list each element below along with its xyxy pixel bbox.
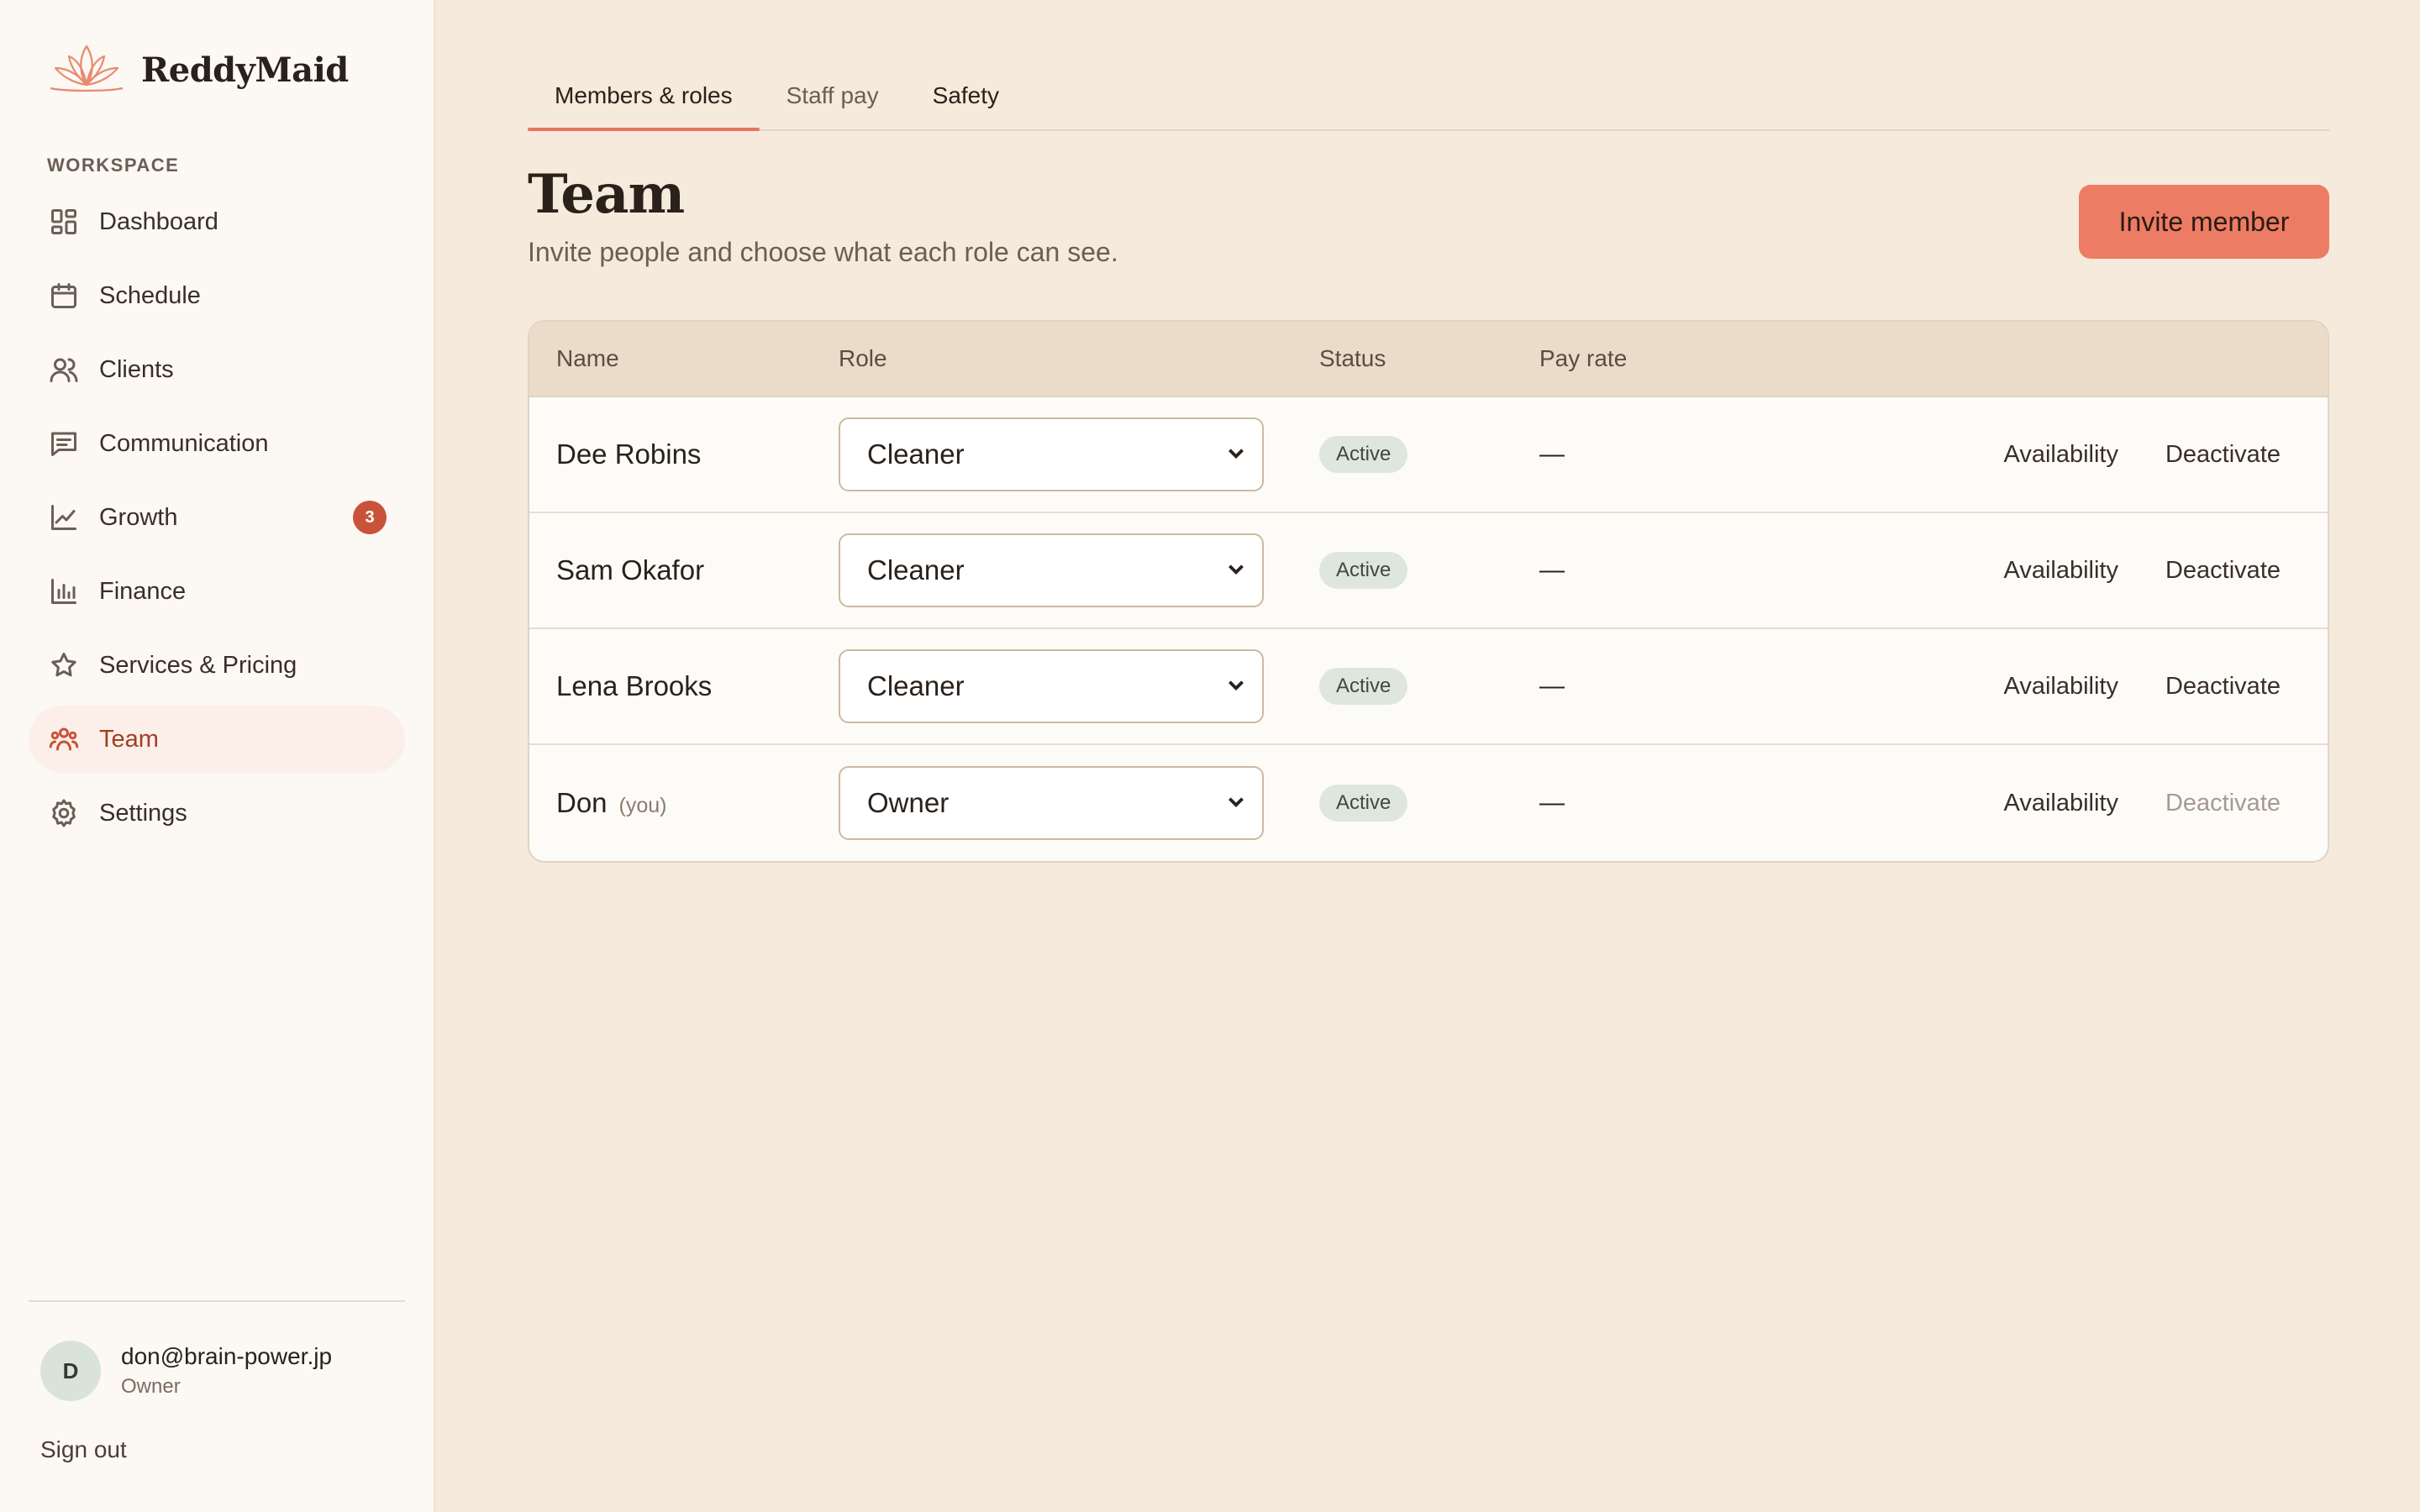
page-header: Team Invite people and choose what each … <box>528 168 2329 268</box>
chevron-down-icon <box>1225 674 1247 700</box>
sidebar-item-label: Schedule <box>99 281 201 309</box>
deactivate-button[interactable]: Deactivate <box>2165 557 2281 585</box>
main-content: Members & roles Staff pay Safety Team In… <box>435 0 2420 1512</box>
column-header-pay-rate: Pay rate <box>1539 345 1628 371</box>
sidebar-item-label: Settings <box>99 799 187 827</box>
page-title: Team <box>528 163 685 226</box>
sidebar-item-settings[interactable]: Settings <box>29 780 405 847</box>
role-select-value: Cleaner <box>867 670 965 701</box>
column-header-role: Role <box>839 345 887 371</box>
status-badge: Active <box>1319 668 1408 705</box>
chevron-down-icon <box>1225 790 1247 816</box>
status-badge: Active <box>1319 785 1408 822</box>
avatar: D <box>40 1341 101 1401</box>
member-name: Don <box>556 787 608 818</box>
pay-rate-value: — <box>1539 672 1565 700</box>
user-card[interactable]: D don@brain-power.jp Owner <box>29 1341 405 1401</box>
message-icon <box>47 427 81 460</box>
sign-out-link[interactable]: Sign out <box>29 1436 405 1463</box>
tab-staff-pay[interactable]: Staff pay <box>760 64 906 129</box>
deactivate-button: Deactivate <box>2165 789 2281 816</box>
sidebar-item-dashboard[interactable]: Dashboard <box>29 188 405 255</box>
sidebar-item-label: Services & Pricing <box>99 651 297 679</box>
role-select-value: Owner <box>867 787 950 818</box>
sidebar-item-label: Dashboard <box>99 207 218 235</box>
app-window: ReddyMaid WORKSPACE Dashboard Schedule C… <box>0 0 2420 1512</box>
sidebar-item-finance[interactable]: Finance <box>29 558 405 625</box>
role-select[interactable]: Cleaner <box>839 533 1264 607</box>
column-header-status: Status <box>1319 345 1386 371</box>
brand[interactable]: ReddyMaid <box>29 0 405 139</box>
table-row: Sam Okafor Cleaner Active — Availability… <box>529 513 2328 629</box>
availability-button[interactable]: Availability <box>2004 441 2118 469</box>
sidebar-item-growth[interactable]: Growth 3 <box>29 484 405 551</box>
status-badge: Active <box>1319 552 1408 589</box>
sidebar: ReddyMaid WORKSPACE Dashboard Schedule C… <box>0 0 435 1512</box>
table-row: Dee Robins Cleaner Active — Availability… <box>529 397 2328 513</box>
notification-badge: 3 <box>353 501 387 534</box>
members-table: Name Role Status Pay rate Dee Robins Cle… <box>528 320 2329 863</box>
sidebar-item-schedule[interactable]: Schedule <box>29 262 405 329</box>
dashboard-icon <box>47 205 81 239</box>
role-select-value: Cleaner <box>867 554 965 585</box>
sidebar-item-label: Communication <box>99 429 269 457</box>
deactivate-button[interactable]: Deactivate <box>2165 673 2281 701</box>
availability-button[interactable]: Availability <box>2004 790 2118 817</box>
table-row: Lena Brooks Cleaner Active — Availabilit… <box>529 629 2328 745</box>
status-badge: Active <box>1319 436 1408 473</box>
user-email: don@brain-power.jp <box>121 1343 333 1369</box>
page-subtitle: Invite people and choose what each role … <box>528 237 1118 267</box>
sidebar-item-services-pricing[interactable]: Services & Pricing <box>29 632 405 699</box>
chevron-down-icon <box>1225 442 1247 468</box>
role-select[interactable]: Cleaner <box>839 649 1264 723</box>
user-role: Owner <box>121 1375 181 1398</box>
brand-name: ReddyMaid <box>141 50 349 90</box>
role-select-value: Cleaner <box>867 438 965 470</box>
calendar-icon <box>47 279 81 312</box>
tab-safety[interactable]: Safety <box>906 64 1026 129</box>
table-row: Don (you) Owner Active — Availability Dea… <box>529 745 2328 861</box>
sidebar-item-label: Team <box>99 725 159 753</box>
lotus-logo-icon <box>40 38 133 102</box>
gear-icon <box>47 796 81 830</box>
role-select[interactable]: Owner <box>839 766 1264 840</box>
sidebar-nav: Dashboard Schedule Clients Communication <box>29 188 405 847</box>
member-name: Sam Okafor <box>556 554 705 585</box>
member-name: Dee Robins <box>556 438 702 470</box>
column-header-name: Name <box>556 345 619 371</box>
team-icon <box>47 722 81 756</box>
sidebar-footer: D don@brain-power.jp Owner Sign out <box>29 1300 405 1463</box>
tab-members-roles[interactable]: Members & roles <box>528 64 760 131</box>
sidebar-item-team[interactable]: Team <box>29 706 405 773</box>
user-info: don@brain-power.jp Owner <box>121 1343 332 1399</box>
availability-button[interactable]: Availability <box>2004 673 2118 701</box>
workspace-section-label: WORKSPACE <box>47 155 180 176</box>
you-tag: (you) <box>618 794 667 817</box>
pay-rate-value: — <box>1539 789 1565 816</box>
sidebar-item-communication[interactable]: Communication <box>29 410 405 477</box>
sidebar-item-label: Clients <box>99 355 174 383</box>
tab-bar: Members & roles Staff pay Safety <box>528 64 2329 131</box>
sidebar-item-label: Growth <box>99 503 178 531</box>
invite-member-button[interactable]: Invite member <box>2079 185 2329 259</box>
role-select[interactable]: Cleaner <box>839 417 1264 491</box>
availability-button[interactable]: Availability <box>2004 557 2118 585</box>
chevron-down-icon <box>1225 558 1247 584</box>
pay-rate-value: — <box>1539 440 1565 468</box>
users-icon <box>47 353 81 386</box>
pay-rate-value: — <box>1539 556 1565 584</box>
member-name: Lena Brooks <box>556 670 713 701</box>
table-header: Name Role Status Pay rate <box>529 322 2328 397</box>
sidebar-item-label: Finance <box>99 577 187 605</box>
trend-icon <box>47 501 81 534</box>
sidebar-item-clients[interactable]: Clients <box>29 336 405 403</box>
star-icon <box>47 648 81 682</box>
deactivate-button[interactable]: Deactivate <box>2165 441 2281 469</box>
bar-chart-icon <box>47 575 81 608</box>
